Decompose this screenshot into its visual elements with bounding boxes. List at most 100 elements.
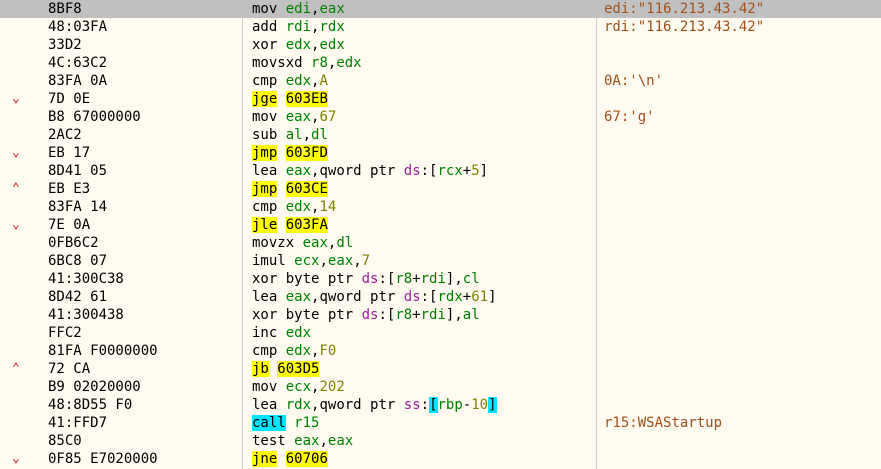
jump-up-arrow-icon: ⌃ xyxy=(12,181,20,196)
instruction-row[interactable]: 48:8D55 F0 lea rdx,qword ptr ss:[rbp-10] xyxy=(0,396,881,414)
instruction-bytes: 83FA 0A xyxy=(48,73,108,89)
register: edx xyxy=(336,55,362,71)
instruction-row[interactable]: ⌄ 7E 0A jle 603FA xyxy=(0,216,881,234)
register: r8 xyxy=(311,55,328,71)
instruction-row[interactable]: FFC2 inc edx xyxy=(0,324,881,342)
instruction-bytes: 6BC8 07 xyxy=(48,253,108,269)
instruction-comment: 67:'g' xyxy=(604,109,655,125)
register: r8 xyxy=(395,307,413,323)
instruction-row[interactable]: 8D41 05 lea eax,qword ptr ds:[rcx+5] xyxy=(0,162,881,180)
instruction-row[interactable]: 41:FFD7 call r15 r15:WSAStartup xyxy=(0,414,881,432)
instruction-row[interactable]: 8D42 61 lea eax,qword ptr ds:[rdx+61] xyxy=(0,288,881,306)
instruction-row[interactable]: 48:03FA add rdi,rdx rdi:"116.213.43.42" xyxy=(0,18,881,36)
mnemonic: movzx xyxy=(252,235,295,251)
instruction-text: cmp edx,F0 xyxy=(252,342,336,360)
punctuation: :[ xyxy=(420,289,438,305)
instruction-text: jle 603FA xyxy=(252,216,328,234)
instruction-bytes: 8BF8 xyxy=(48,1,82,17)
instruction-text: movzx eax,dl xyxy=(252,234,353,252)
instruction-bytes: EB E3 xyxy=(48,181,91,197)
instruction-text: inc edx xyxy=(252,324,311,342)
instruction-row[interactable]: 41:300C38 xor byte ptr ds:[r8+rdi],cl xyxy=(0,270,881,288)
instruction-row[interactable]: 33D2 xor edx,edx xyxy=(0,36,881,54)
register: edx xyxy=(285,343,312,359)
ptr-size: byte ptr xyxy=(285,307,362,323)
jump-target[interactable]: 603FA xyxy=(285,217,328,233)
punctuation: + xyxy=(412,271,421,287)
instruction-text: xor byte ptr ds:[r8+rdi],al xyxy=(252,306,480,324)
instruction-bytes: 33D2 xyxy=(48,37,82,53)
instruction-text: mov ecx,202 xyxy=(252,378,345,396)
mnemonic: xor xyxy=(252,307,278,323)
jump-target[interactable]: 603D5 xyxy=(277,361,320,377)
instruction-bytes: B9 02020000 xyxy=(48,379,141,395)
punctuation: + xyxy=(462,163,472,179)
register: rcx xyxy=(437,163,463,179)
mnemonic: lea xyxy=(252,397,278,413)
instruction-row[interactable]: 6BC8 07 imul ecx,eax,7 xyxy=(0,252,881,270)
punctuation: + xyxy=(412,307,421,323)
register: rdx xyxy=(285,397,312,413)
instruction-row[interactable]: B9 02020000 mov ecx,202 xyxy=(0,378,881,396)
bracket: ] xyxy=(488,397,497,413)
jump-down-arrow-icon: ⌄ xyxy=(12,451,20,466)
punctuation: : xyxy=(420,397,430,413)
register: eax xyxy=(285,163,312,179)
instruction-row[interactable]: 83FA 0A cmp edx,A 0A:'\n' xyxy=(0,72,881,90)
instruction-text: imul ecx,eax,7 xyxy=(252,252,370,270)
punctuation: , xyxy=(302,127,312,143)
ptr-size: qword ptr xyxy=(319,397,404,413)
instruction-row[interactable]: 8BF8 mov edi,eax edi:"116.213.43.42" xyxy=(0,0,881,18)
jump-target[interactable]: 603EB xyxy=(285,91,328,107)
instruction-comment: rdi:"116.213.43.42" xyxy=(604,19,765,35)
register: edx xyxy=(319,37,345,53)
jump-target[interactable]: 603CE xyxy=(285,181,328,197)
register: rbp xyxy=(437,397,463,413)
ptr-size: byte ptr xyxy=(285,271,362,287)
instruction-row[interactable]: ⌃ 72 CA jb 603D5 xyxy=(0,360,881,378)
register: ecx xyxy=(294,253,320,269)
instruction-list: 8BF8 mov edi,eax edi:"116.213.43.42" 48:03F… xyxy=(0,0,881,468)
jump-target[interactable]: 60706 xyxy=(285,451,328,467)
instruction-text: movsxd r8,edx xyxy=(252,54,362,72)
mnemonic: cmp xyxy=(252,199,278,215)
instruction-bytes: 41:FFD7 xyxy=(48,415,108,431)
instruction-row[interactable]: ⌄ 7D 0E jge 603EB xyxy=(0,90,881,108)
mnemonic: jle xyxy=(252,217,278,233)
instruction-row[interactable]: B8 67000000 mov eax,67 67:'g' xyxy=(0,108,881,126)
register: eax xyxy=(285,289,312,305)
register: edx xyxy=(285,325,312,341)
register: r15 xyxy=(294,415,320,431)
mnemonic: movsxd xyxy=(252,55,303,71)
disassembly-view[interactable]: 8BF8 mov edi,eax edi:"116.213.43.42" 48:03F… xyxy=(0,0,881,469)
instruction-bytes: 72 CA xyxy=(48,361,91,377)
instruction-bytes: 8D42 61 xyxy=(48,289,108,305)
instruction-row[interactable]: 83FA 14 cmp edx,14 xyxy=(0,198,881,216)
jump-target[interactable]: 603FD xyxy=(285,145,328,161)
immediate: 7 xyxy=(361,253,371,269)
instruction-row[interactable]: 81FA F0000000 cmp edx,F0 xyxy=(0,342,881,360)
punctuation: , xyxy=(319,433,328,449)
punctuation: :[ xyxy=(378,271,396,287)
instruction-row[interactable]: ⌄ EB 17 jmp 603FD xyxy=(0,144,881,162)
mnemonic: xor xyxy=(252,271,278,287)
register: rdi xyxy=(285,19,312,35)
instruction-row[interactable]: 85C0 test eax,eax xyxy=(0,432,881,450)
instruction-bytes: 0F85 E7020000 xyxy=(48,451,158,467)
instruction-bytes: 0FB6C2 xyxy=(48,235,99,251)
instruction-bytes: 41:300C38 xyxy=(48,271,124,287)
instruction-comment: r15:WSAStartup xyxy=(604,415,723,431)
instruction-row[interactable]: ⌃ EB E3 jmp 603CE xyxy=(0,180,881,198)
jump-up-arrow-icon: ⌃ xyxy=(12,361,20,376)
bracket: [ xyxy=(429,397,438,413)
instruction-row[interactable]: 2AC2 sub al,dl xyxy=(0,126,881,144)
instruction-row[interactable]: 41:300438 xor byte ptr ds:[r8+rdi],al xyxy=(0,306,881,324)
register: eax xyxy=(327,253,354,269)
instruction-row[interactable]: 0FB6C2 movzx eax,dl xyxy=(0,234,881,252)
register: rdx xyxy=(319,19,345,35)
instruction-comment: 0A:'\n' xyxy=(604,73,664,89)
instruction-row[interactable]: 4C:63C2 movsxd r8,edx xyxy=(0,54,881,72)
instruction-bytes: 81FA F0000000 xyxy=(48,343,158,359)
instruction-row[interactable]: ⌄ 0F85 E7020000 jne 60706 xyxy=(0,450,881,468)
ptr-size: qword ptr xyxy=(319,163,404,179)
